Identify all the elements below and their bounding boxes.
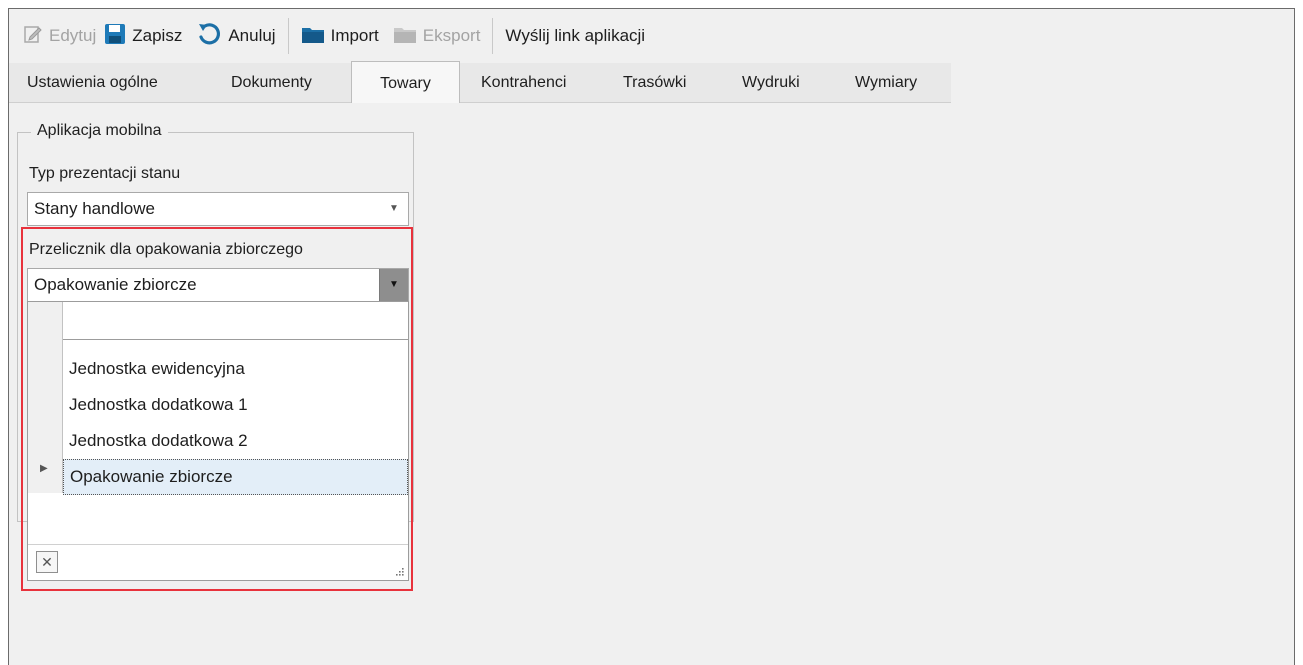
tab-routes[interactable]: Trasówki — [623, 63, 686, 103]
toolbar-separator — [287, 18, 289, 54]
toolbar-separator — [492, 18, 494, 54]
export-label: Eksport — [422, 26, 481, 45]
import-label: Import — [330, 26, 379, 45]
tab-printouts[interactable]: Wydruki — [742, 63, 800, 103]
stock-type-select[interactable]: Stany handlowe ▼ — [27, 192, 409, 226]
toolbar: Edytuj Zapisz Anuluj Import Eksport Wyśl… — [9, 9, 1294, 63]
save-label: Zapisz — [132, 26, 183, 45]
folder-disabled-icon — [393, 24, 417, 49]
tab-contractors[interactable]: Kontrahenci — [481, 63, 566, 103]
stock-type-label: Typ prezentacji stanu — [29, 165, 181, 182]
group-title: Aplikacja mobilna — [31, 120, 168, 142]
send-link-label: Wyślij link aplikacji — [505, 26, 646, 45]
stock-type-value: Stany handlowe — [34, 199, 155, 218]
annotation-highlight — [21, 227, 413, 591]
tab-dimensions[interactable]: Wymiary — [855, 63, 917, 103]
send-link-button[interactable]: Wyślij link aplikacji — [501, 16, 649, 56]
save-button[interactable]: Zapisz — [100, 16, 186, 56]
cancel-button[interactable]: Anuluj — [192, 16, 279, 56]
tab-goods[interactable]: Towary — [351, 61, 460, 103]
folder-icon — [301, 24, 325, 49]
edit-button[interactable]: Edytuj — [19, 16, 100, 56]
chevron-down-icon[interactable]: ▼ — [380, 193, 408, 225]
tab-bar: Ustawienia ogólne Dokumenty Towary Kontr… — [9, 61, 951, 103]
app-window: Edytuj Zapisz Anuluj Import Eksport Wyśl… — [8, 8, 1295, 665]
save-icon — [104, 23, 126, 50]
tab-documents[interactable]: Dokumenty — [231, 63, 312, 103]
export-button[interactable]: Eksport — [389, 16, 485, 56]
undo-icon — [196, 21, 222, 52]
tab-general-settings[interactable]: Ustawienia ogólne — [27, 63, 158, 103]
edit-label: Edytuj — [49, 26, 97, 45]
edit-icon — [23, 24, 43, 49]
cancel-label: Anuluj — [228, 26, 276, 45]
import-button[interactable]: Import — [297, 16, 383, 56]
